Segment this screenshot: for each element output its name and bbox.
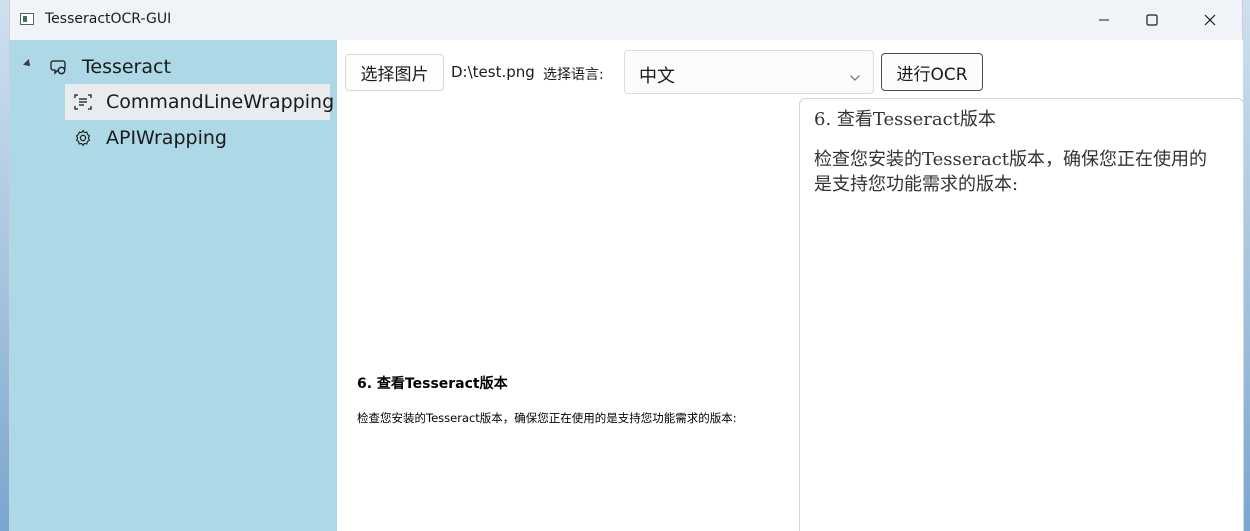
minimize-icon — [1099, 19, 1109, 21]
language-select[interactable]: 中文 — [624, 50, 874, 94]
gear-icon — [74, 129, 92, 147]
file-path-label: D:\test.png — [451, 63, 535, 81]
main-content: 选择图片 D:\test.png 选择语言: 中文 进行OCR 6. 查看Tes… — [337, 40, 1244, 531]
minimize-button[interactable] — [1081, 0, 1127, 40]
maximize-button[interactable] — [1129, 0, 1175, 40]
navigation-sidebar: Tesseract CommandLineWrapping APIWrappin… — [10, 40, 337, 531]
close-icon — [1204, 14, 1216, 26]
run-ocr-button[interactable]: 进行OCR — [881, 53, 983, 91]
expand-caret-icon[interactable] — [23, 59, 33, 69]
select-image-button[interactable]: 选择图片 — [345, 54, 444, 91]
tree-item-apiwrapping[interactable]: APIWrapping — [74, 126, 227, 150]
language-label: 选择语言: — [543, 67, 604, 83]
ocr-result-textbox[interactable]: 6. 查看Tesseract版本 检查您安装的Tesseract版本，确保您正在… — [799, 98, 1244, 531]
close-button[interactable] — [1187, 0, 1233, 40]
language-select-value: 中文 — [639, 66, 675, 87]
maximize-icon — [1146, 14, 1158, 26]
tree-item-tesseract[interactable]: Tesseract — [50, 55, 171, 79]
chat-icon — [50, 58, 68, 76]
preview-heading: 6. 查看Tesseract版本 — [357, 376, 508, 392]
tree-item-commandlinewrapping[interactable]: CommandLineWrapping — [74, 90, 334, 114]
result-heading: 6. 查看Tesseract版本 — [814, 109, 996, 130]
preview-body: 检查您安装的Tesseract版本，确保您正在使用的是支持您功能需求的版本: — [357, 411, 737, 425]
tree-item-label: Tesseract — [82, 56, 171, 78]
scan-text-icon — [74, 93, 92, 111]
image-preview: 6. 查看Tesseract版本 检查您安装的Tesseract版本，确保您正在… — [337, 98, 789, 531]
result-body: 检查您安装的Tesseract版本，确保您正在使用的是支持您功能需求的版本: — [814, 149, 1208, 195]
tree-item-label: CommandLineWrapping — [106, 91, 335, 113]
app-window: TesseractOCR-GUI Tesseract CommandLineWr… — [9, 0, 1244, 531]
chevron-down-icon — [849, 67, 861, 86]
tree-item-label: APIWrapping — [106, 127, 227, 149]
